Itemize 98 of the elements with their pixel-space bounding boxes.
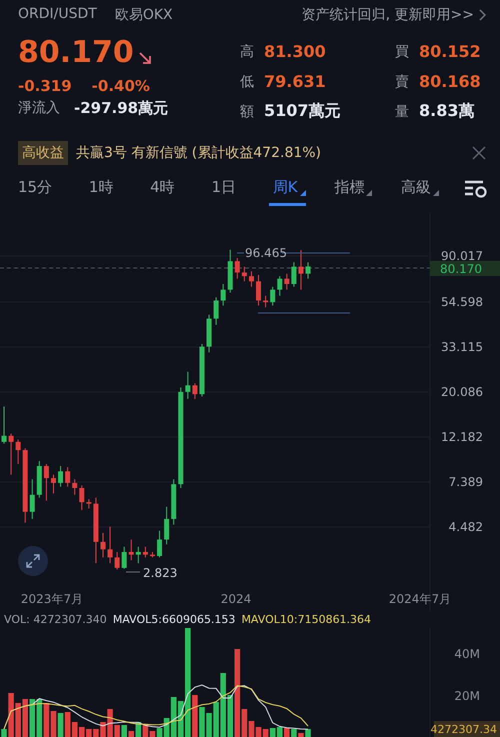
percent-change: -0.40% <box>92 76 150 95</box>
candlestick <box>220 283 226 306</box>
candlestick <box>100 532 106 558</box>
candlestick <box>248 270 254 288</box>
candlestick <box>157 530 162 558</box>
candlestick <box>277 276 282 296</box>
stat-label: 額 <box>240 102 254 121</box>
stat-value: 81.300 <box>264 42 326 62</box>
dropdown-corner-icon <box>366 190 372 196</box>
stat-value: 8.83萬 <box>419 101 474 122</box>
candlestick <box>128 539 134 561</box>
expand-icon <box>26 554 40 568</box>
candlestick <box>270 286 276 306</box>
candlestick <box>306 262 310 280</box>
dropdown-corner-icon <box>433 190 440 196</box>
candlestick <box>298 250 304 290</box>
timeframe-tab[interactable]: 高級 <box>397 172 440 206</box>
stat-value: 80.152 <box>419 42 481 62</box>
candlestick <box>58 466 64 488</box>
candlestick <box>256 274 262 306</box>
candlestick <box>8 433 14 476</box>
candlestick <box>228 249 233 294</box>
candlestick <box>2 406 6 444</box>
volume-reading: VOL: 4272307.340 <box>4 612 107 626</box>
candlestick <box>44 463 49 502</box>
candlestick <box>263 295 268 308</box>
fullscreen-button[interactable] <box>18 546 48 576</box>
trading-pair: ORDI/USDT <box>18 6 97 24</box>
candlestick <box>72 478 78 496</box>
current-price-tag: 80.170 <box>430 260 500 276</box>
price-axis-label: 12.182 <box>441 430 483 444</box>
candlestick <box>114 551 120 570</box>
mavol10-reading: MAVOL10:7150861.364 <box>241 612 372 626</box>
stat-value: 79.631 <box>264 72 326 92</box>
price-axis-label: 54.598 <box>441 294 483 309</box>
date-axis-label: 2024年7月 <box>388 592 452 606</box>
dropdown-corner-icon <box>300 190 306 196</box>
price-axis-label: 20.086 <box>441 384 483 399</box>
arrow-down-right-icon <box>138 50 152 65</box>
candlestick <box>142 546 148 558</box>
candlestick <box>136 546 141 564</box>
candlestick <box>234 258 240 280</box>
candlestick <box>164 506 170 545</box>
candlestick <box>242 266 247 282</box>
volume-axis-label: 20M <box>454 689 480 703</box>
candlestick <box>65 466 70 488</box>
candlestick <box>206 314 212 353</box>
notice-link[interactable]: 资产统计回归, 更新即用>> <box>302 6 474 24</box>
price-change: -0.319 <box>18 76 72 95</box>
candlestick <box>214 296 219 326</box>
timeframe-tab[interactable]: 1日 <box>207 172 244 206</box>
candlestick <box>36 460 42 498</box>
stat-value: 80.168 <box>419 72 481 92</box>
signal-notice[interactable]: 共贏3号 有新信號 (累計收益472.81%) <box>76 144 464 162</box>
exchange-name: 欧易OKX <box>114 6 173 24</box>
timeframe-tab[interactable]: 1時 <box>84 172 122 206</box>
stat-label: 賣 <box>395 72 409 91</box>
stat-label: 買 <box>395 42 409 61</box>
candlestick <box>171 478 176 526</box>
timeframe-tab[interactable]: 指標 <box>330 172 372 206</box>
last-price: 80.170 <box>18 34 134 71</box>
candlestick <box>108 526 113 564</box>
inflow-value: -297.98萬元 <box>74 98 168 118</box>
timeframe-tab[interactable]: 15分 <box>14 172 60 206</box>
date-axis-label: 2023年7月 <box>20 592 84 606</box>
stat-label: 高 <box>240 42 254 61</box>
promo-tag: 高收益 <box>18 141 68 166</box>
candlestick <box>79 484 84 511</box>
stat-label: 低 <box>240 72 254 91</box>
candlestick <box>51 474 56 494</box>
chart-settings-icon[interactable] <box>464 180 488 198</box>
close-icon[interactable] <box>472 146 486 160</box>
candlestick <box>93 497 98 564</box>
price-axis-label: 90.017 <box>441 248 483 263</box>
inflow-label: 淨流入 <box>18 99 60 118</box>
candlestick <box>284 273 290 290</box>
stat-label: 量 <box>395 102 409 121</box>
timeframe-tab[interactable]: 周K <box>268 172 306 206</box>
candlestick <box>199 343 204 397</box>
candlestick <box>122 546 127 570</box>
stat-value: 5107萬元 <box>264 101 341 122</box>
timeframe-tab[interactable]: 4時 <box>146 172 183 206</box>
candlestick <box>86 498 92 509</box>
chevron-right-icon <box>478 9 486 22</box>
high-price-marker: 96.465 <box>245 246 287 260</box>
volume-axis-label: 40M <box>454 647 480 661</box>
price-axis-label: 4.482 <box>448 520 483 534</box>
date-axis-label: 2024 <box>220 592 252 606</box>
price-axis-label: 7.389 <box>448 474 483 489</box>
price-axis-label: 33.115 <box>441 340 483 354</box>
candlestick <box>192 382 198 400</box>
low-price-marker: 2.823 <box>143 566 178 580</box>
candlestick <box>30 478 35 520</box>
candlestick <box>16 439 21 464</box>
candlestick <box>185 371 190 400</box>
mavol5-reading: MAVOL5:6609065.153 <box>112 612 236 626</box>
candlestick <box>150 551 155 558</box>
candlestick <box>291 262 296 288</box>
